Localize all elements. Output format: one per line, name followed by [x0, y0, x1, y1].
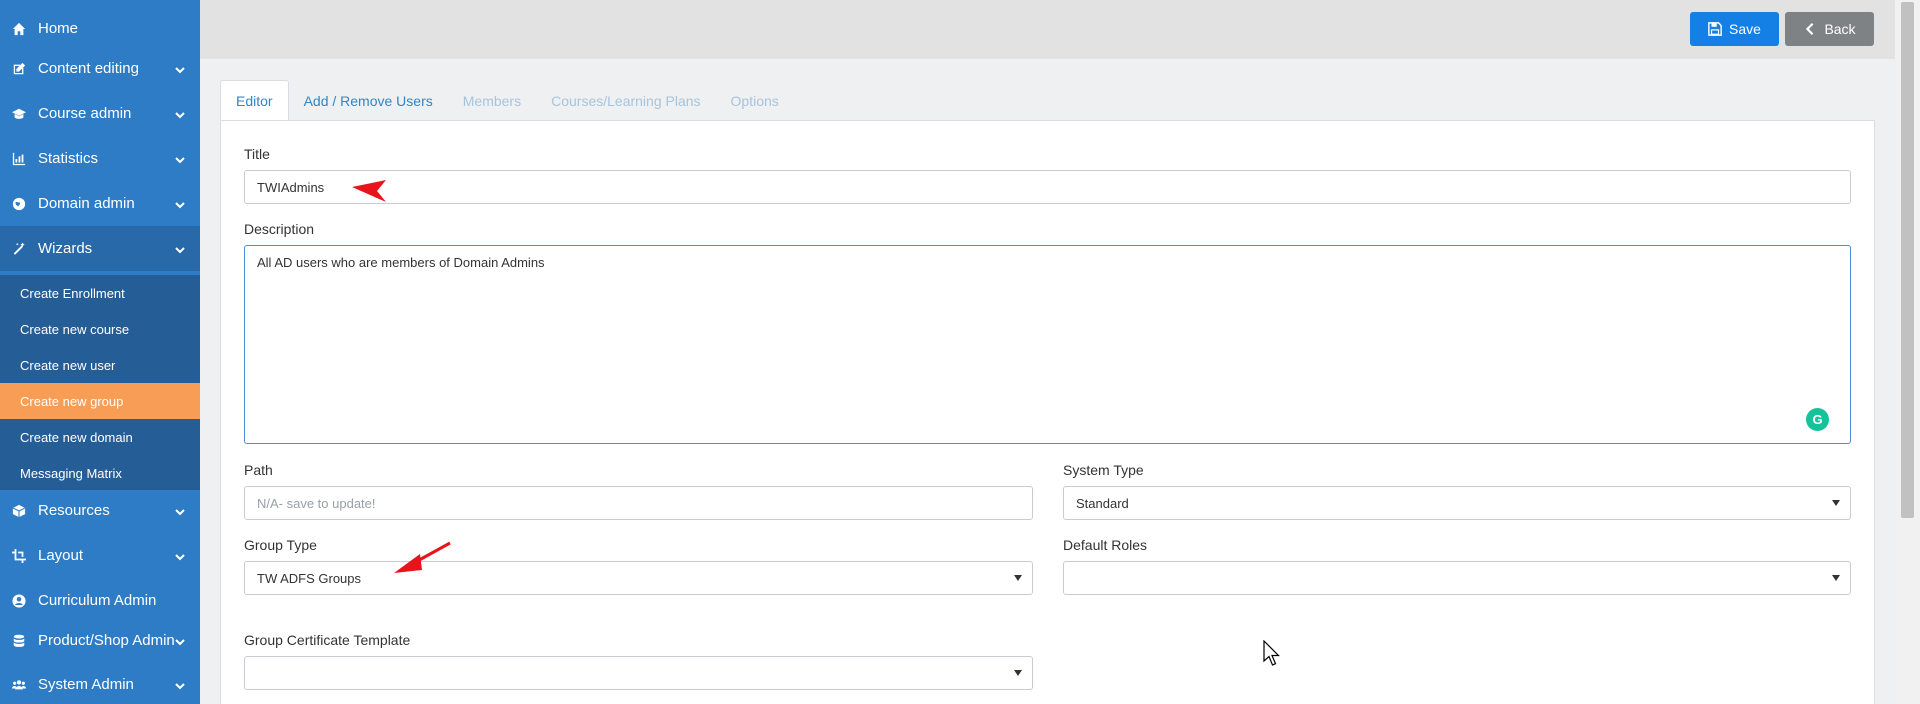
back-button-label: Back: [1824, 21, 1856, 37]
sidebar-item-label: Resources: [38, 502, 110, 519]
certificate-label: Group Certificate Template: [244, 632, 411, 648]
sidebar-subitem-messaging-matrix[interactable]: Messaging Matrix: [0, 455, 200, 491]
back-button[interactable]: Back: [1785, 12, 1874, 46]
chevron-down-icon: [174, 635, 186, 647]
top-toolbar: [200, 0, 1895, 59]
sidebar-item-domain-admin[interactable]: Domain admin: [0, 181, 200, 226]
sidebar-subitem-create-new-user[interactable]: Create new user: [0, 347, 200, 383]
chevron-down-icon: [174, 63, 186, 75]
caret-down-icon: [1832, 500, 1840, 506]
caret-down-icon: [1014, 575, 1022, 581]
graduation-cap-icon: [12, 107, 26, 121]
tab-options[interactable]: Options: [716, 80, 794, 121]
tab-editor[interactable]: Editor: [220, 80, 289, 121]
chevron-down-icon: [174, 198, 186, 210]
tab-members[interactable]: Members: [448, 80, 536, 121]
sidebar-item-label: Content editing: [38, 60, 139, 77]
save-button[interactable]: Save: [1690, 12, 1779, 46]
chevron-down-icon: [174, 505, 186, 517]
certificate-select[interactable]: [244, 656, 1033, 690]
globe-icon: [12, 197, 26, 211]
path-input: N/A- save to update!: [244, 486, 1033, 520]
system-type-label: System Type: [1063, 462, 1144, 478]
description-textarea[interactable]: All AD users who are members of Domain A…: [244, 245, 1851, 444]
sidebar-item-curriculum-admin[interactable]: Curriculum Admin: [0, 578, 200, 623]
crop-icon: [12, 548, 26, 563]
sidebar-subitem-create-new-group[interactable]: Create new group: [0, 383, 200, 419]
group-type-select[interactable]: TW ADFS Groups: [244, 561, 1033, 595]
sidebar-subitem-create-new-course[interactable]: Create new course: [0, 311, 200, 347]
default-roles-select[interactable]: [1063, 561, 1851, 595]
path-label: Path: [244, 462, 273, 478]
chevron-down-icon: [174, 550, 186, 562]
user-circle-icon: [12, 593, 26, 608]
tab-courses-learning-plans[interactable]: Courses/Learning Plans: [536, 80, 715, 121]
chevron-left-icon: [1806, 22, 1814, 36]
grammarly-icon[interactable]: G: [1806, 408, 1829, 431]
wizards-submenu: Create Enrollment Create new course Crea…: [0, 275, 200, 490]
sidebar-item-wizards[interactable]: Wizards: [0, 226, 200, 271]
chevron-down-icon: [174, 108, 186, 120]
caret-down-icon: [1014, 670, 1022, 676]
sidebar-item-course-admin[interactable]: Course admin: [0, 91, 200, 136]
cube-icon: [12, 504, 26, 518]
sidebar-item-label: System Admin: [38, 676, 134, 693]
sidebar-item-label: Statistics: [38, 150, 99, 167]
chevron-down-icon: [174, 679, 186, 691]
floppy-disk-icon: [1708, 22, 1722, 36]
sidebar-subitem-create-enrollment[interactable]: Create Enrollment: [0, 275, 200, 311]
tab-bar: Editor Add / Remove Users Members Course…: [220, 80, 794, 121]
group-type-label: Group Type: [244, 537, 317, 553]
save-button-label: Save: [1729, 21, 1761, 37]
title-input[interactable]: TWIAdmins: [244, 170, 1851, 204]
sidebar-item-label: Wizards: [38, 240, 93, 257]
users-icon: [12, 678, 26, 692]
bar-chart-icon: [12, 152, 26, 166]
sidebar: Home Content editing Course admin Statis…: [0, 0, 200, 704]
chevron-down-icon: [174, 243, 186, 255]
sidebar-item-home[interactable]: Home: [0, 6, 200, 51]
magic-wand-icon: [12, 241, 26, 256]
mouse-cursor-icon: [1263, 640, 1280, 666]
title-label: Title: [244, 146, 270, 162]
database-icon: [12, 634, 26, 648]
tab-add-remove-users[interactable]: Add / Remove Users: [289, 80, 448, 121]
system-type-value: Standard: [1076, 495, 1129, 511]
page-scrollbar[interactable]: [1895, 0, 1920, 704]
sidebar-item-label: Layout: [38, 547, 84, 564]
sidebar-item-system-admin[interactable]: System Admin: [0, 662, 200, 704]
sidebar-item-label: Home: [38, 20, 79, 37]
sidebar-item-label: Course admin: [38, 105, 132, 122]
sidebar-item-statistics[interactable]: Statistics: [0, 136, 200, 181]
edit-icon: [12, 62, 26, 76]
system-type-select[interactable]: Standard: [1063, 486, 1851, 520]
sidebar-item-content-editing[interactable]: Content editing: [0, 46, 200, 91]
red-arrow-annotation: [352, 180, 386, 202]
caret-down-icon: [1832, 575, 1840, 581]
default-roles-label: Default Roles: [1063, 537, 1148, 553]
sidebar-subitem-create-new-domain[interactable]: Create new domain: [0, 419, 200, 455]
sidebar-item-product-shop-admin[interactable]: Product/Shop Admin: [0, 618, 200, 663]
red-arrow-annotation: [394, 541, 451, 573]
group-type-value: TW ADFS Groups: [257, 570, 362, 586]
chevron-down-icon: [174, 153, 186, 165]
sidebar-item-label: Domain admin: [38, 195, 135, 212]
sidebar-item-label: Product/Shop Admin: [38, 632, 175, 649]
description-label: Description: [244, 221, 315, 237]
sidebar-item-resources[interactable]: Resources: [0, 488, 200, 533]
sidebar-item-layout[interactable]: Layout: [0, 533, 200, 578]
sidebar-item-label: Curriculum Admin: [38, 592, 157, 609]
home-icon: [12, 22, 26, 36]
scrollbar-thumb[interactable]: [1901, 2, 1914, 518]
